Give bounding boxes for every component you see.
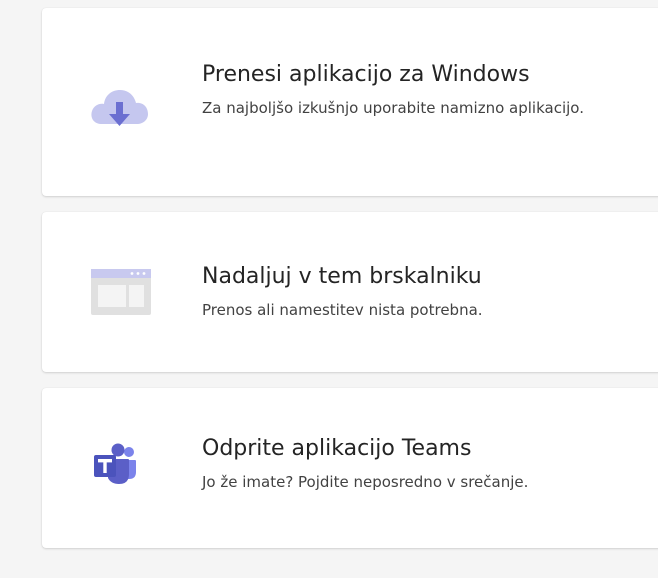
option-subtitle: Jo že imate? Pojdite neposredno v srečan…: [202, 473, 529, 491]
option-title: Odprite aplikacijo Teams: [202, 436, 472, 461]
cloud-download-icon: [91, 90, 148, 126]
continue-in-browser-option[interactable]: Nadaljuj v tem brskalniku Prenos ali nam…: [42, 212, 658, 372]
option-subtitle: Za najboljšo izkušnjo uporabite namizno …: [202, 99, 584, 117]
open-teams-app-option[interactable]: Odprite aplikacijo Teams Jo že imate? Po…: [42, 388, 658, 548]
download-windows-app-option[interactable]: Prenesi aplikacijo za Windows Za najbolj…: [42, 8, 658, 196]
option-title: Prenesi aplikacijo za Windows: [202, 62, 530, 87]
option-title: Nadaljuj v tem brskalniku: [202, 264, 482, 289]
teams-logo-icon: [94, 443, 136, 484]
option-subtitle: Prenos ali namestitev nista potrebna.: [202, 301, 483, 319]
browser-window-icon: [91, 269, 151, 315]
